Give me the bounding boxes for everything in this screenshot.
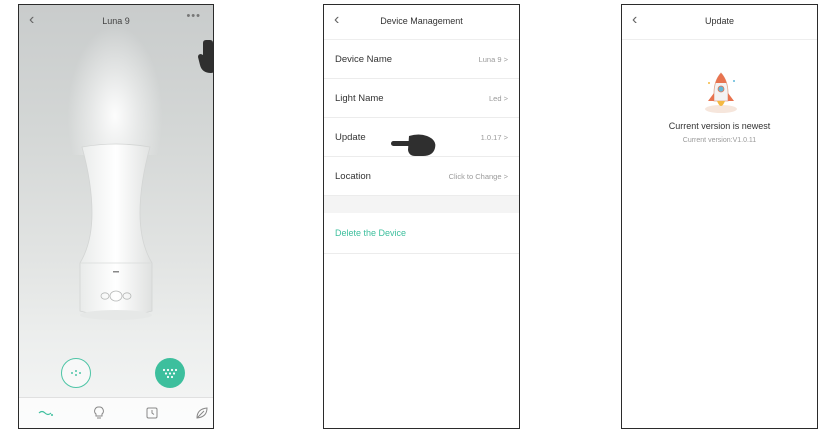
device-management-screen: ‹ Device Management Device Name Luna 9 >…: [323, 4, 520, 429]
row-label: Update: [335, 132, 366, 143]
divider: [622, 39, 817, 40]
top-bar: ‹ Device Management: [324, 5, 519, 39]
page-title: Luna 9: [102, 16, 130, 26]
row-label: Location: [335, 171, 371, 182]
mist-high-icon: [162, 368, 178, 379]
row-label: Device Name: [335, 54, 393, 65]
rocket-icon: [705, 72, 737, 113]
row-value: Led >: [489, 94, 508, 103]
delete-device-button[interactable]: Delete the Device: [324, 213, 519, 254]
mist-tab-icon[interactable]: [37, 404, 55, 422]
row-value: 1.0.17 >: [480, 133, 508, 142]
device-control-screen: ‹ Luna 9 •••: [18, 4, 214, 429]
current-version-text: Current version:V1.0.11: [682, 137, 757, 144]
pointing-hand-icon: [198, 40, 213, 73]
delete-device-label: Delete the Device: [335, 228, 407, 238]
top-bar: ‹ Luna 9 •••: [19, 5, 213, 39]
mist-high-button[interactable]: [155, 358, 185, 388]
mist-low-icon: [71, 370, 81, 376]
mist-plume: [67, 25, 163, 155]
section-gap: [324, 196, 519, 213]
top-bar: ‹ Update: [622, 5, 817, 39]
row-label: Light Name: [335, 93, 384, 104]
location-row[interactable]: Location Click to Change >: [324, 157, 519, 196]
light-bulb-icon[interactable]: [90, 404, 108, 422]
update-status: Current version is newest: [668, 121, 771, 131]
update-screen: ‹ Update Current version is newest Curre…: [621, 4, 818, 429]
leaf-icon[interactable]: [193, 404, 211, 422]
pointing-hand-icon: [391, 134, 436, 156]
diffuser-device-image: [79, 143, 153, 320]
mist-low-button[interactable]: [61, 358, 91, 388]
more-options-button[interactable]: •••: [186, 10, 201, 22]
row-value: Click to Change >: [448, 172, 508, 181]
page-title: Update: [704, 16, 735, 26]
alarm-clock-icon[interactable]: [143, 404, 161, 422]
empty-area: [324, 254, 519, 428]
device-name-row[interactable]: Device Name Luna 9 >: [324, 40, 519, 79]
light-name-row[interactable]: Light Name Led >: [324, 79, 519, 118]
bottom-tab-bar: [19, 397, 213, 428]
row-value: Luna 9 >: [478, 55, 508, 64]
page-title: Device Management: [380, 16, 463, 26]
